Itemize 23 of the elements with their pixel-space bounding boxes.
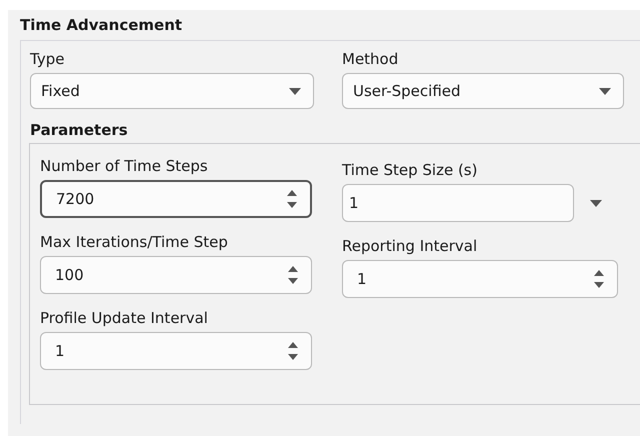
section-title: Time Advancement bbox=[20, 16, 184, 34]
field-label: Time Step Size (s) bbox=[342, 160, 478, 180]
subsection-title: Parameters bbox=[30, 121, 129, 139]
spin-field[interactable]: 100 bbox=[40, 256, 312, 294]
caret-icon bbox=[289, 88, 301, 94]
spin-field[interactable]: 1 bbox=[342, 260, 618, 298]
field-label: Type bbox=[30, 49, 66, 69]
spinner-icon[interactable] bbox=[593, 269, 605, 289]
field-label: Reporting Interval bbox=[342, 236, 478, 256]
field-label: Number of Time Steps bbox=[40, 156, 209, 176]
field-label: Method bbox=[342, 49, 400, 69]
field-label: Max Iterations/Time Step bbox=[40, 232, 229, 252]
caret-icon[interactable] bbox=[590, 200, 602, 206]
spin-field[interactable]: 7200 bbox=[40, 180, 312, 218]
dropdown[interactable]: Fixed bbox=[30, 73, 314, 109]
spinner-icon[interactable] bbox=[287, 341, 299, 361]
spin-field[interactable]: 1 bbox=[40, 332, 312, 370]
spinner-icon[interactable] bbox=[287, 265, 299, 285]
caret-icon bbox=[599, 88, 611, 94]
field-label: Profile Update Interval bbox=[40, 308, 209, 328]
input-field[interactable]: 1 bbox=[342, 184, 574, 222]
dropdown[interactable]: User-Specified bbox=[342, 73, 624, 109]
spinner-icon[interactable] bbox=[286, 189, 298, 209]
